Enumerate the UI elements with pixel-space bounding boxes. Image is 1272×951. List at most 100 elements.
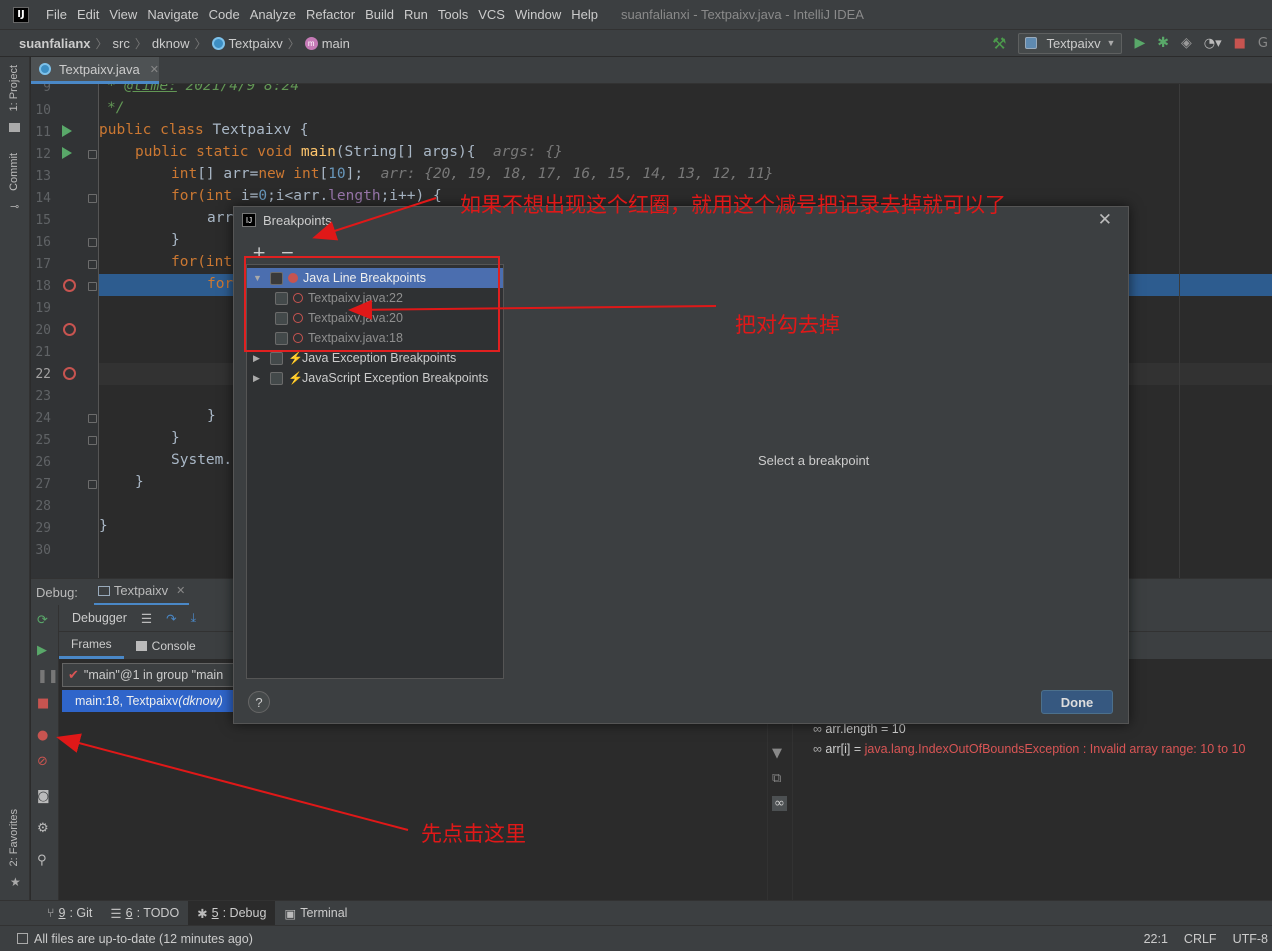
- breadcrumb-separator-icon: 〉: [95, 36, 108, 51]
- breakpoint-icon[interactable]: [63, 323, 76, 336]
- tool-tab-todo[interactable]: ☰ 6: TODO: [101, 901, 188, 926]
- variable-row[interactable]: ∞ arr.length = 10: [813, 722, 906, 736]
- menu-run[interactable]: Run: [399, 7, 433, 22]
- help-button[interactable]: ?: [248, 691, 270, 713]
- file-encoding[interactable]: UTF-8: [1233, 932, 1268, 946]
- pin-icon[interactable]: ⚲: [37, 853, 47, 868]
- run-configuration-select[interactable]: Textpaixv ▼: [1018, 32, 1123, 54]
- tree-group-js-exception[interactable]: ▶ ⚡ JavaScript Exception Breakpoints: [247, 368, 503, 388]
- menu-file[interactable]: File: [41, 7, 72, 22]
- line-number: 28: [35, 499, 51, 514]
- breadcrumb-class[interactable]: Textpaixv: [211, 36, 283, 51]
- fold-icon[interactable]: [88, 436, 97, 445]
- line-number: 26: [35, 455, 51, 470]
- menu-lines-icon[interactable]: ☰: [141, 611, 152, 626]
- line-number: 17: [35, 257, 51, 272]
- menu-window[interactable]: Window: [510, 7, 566, 22]
- tab-console[interactable]: Console: [124, 632, 208, 659]
- close-icon[interactable]: ✕: [176, 584, 185, 597]
- coverage-icon[interactable]: ◈: [1181, 35, 1192, 51]
- line-number: 25: [35, 433, 51, 448]
- build-hammer-icon[interactable]: ⚒: [992, 34, 1006, 53]
- tool-tab-git[interactable]: ⑂ 9: Git: [38, 901, 101, 926]
- step-over-icon[interactable]: ↷: [166, 611, 176, 626]
- favorites-tool-tab[interactable]: 2: Favorites: [8, 809, 20, 866]
- camera-icon[interactable]: ◙: [37, 789, 50, 804]
- menu-analyze[interactable]: Analyze: [245, 7, 301, 22]
- rerun-icon[interactable]: ⟳: [37, 613, 48, 628]
- resume-icon[interactable]: ▶: [37, 643, 47, 658]
- breadcrumb-method[interactable]: m main: [304, 36, 350, 51]
- line-separator[interactable]: CRLF: [1184, 932, 1217, 946]
- tool-tab-debug[interactable]: ✱ 5: Debug: [188, 900, 276, 926]
- tab-textpaixv-java[interactable]: Textpaixv.java ✕: [31, 57, 159, 84]
- watch-glasses-icon[interactable]: ∞: [772, 796, 787, 811]
- thread-select[interactable]: ✔ "main"@1 in group "main: [62, 663, 252, 687]
- menu-code[interactable]: Code: [204, 7, 245, 22]
- group-checkbox[interactable]: [270, 351, 283, 365]
- project-tool-tab[interactable]: 1: Project: [8, 65, 20, 111]
- stop-icon[interactable]: ■: [1234, 36, 1246, 51]
- menu-edit[interactable]: Edit: [72, 7, 104, 22]
- status-message: All files are up-to-date (12 minutes ago…: [34, 931, 253, 946]
- breadcrumb-src[interactable]: src: [113, 36, 130, 51]
- menu-build[interactable]: Build: [360, 7, 399, 22]
- menu-vcs[interactable]: VCS: [473, 7, 510, 22]
- pause-icon[interactable]: ❚❚: [37, 669, 59, 684]
- debug-bug-icon[interactable]: ✱: [1157, 35, 1169, 51]
- commit-tool-tab[interactable]: Commit: [8, 153, 20, 191]
- fold-icon[interactable]: [88, 194, 97, 203]
- fold-icon[interactable]: [88, 238, 97, 247]
- editor-gutter[interactable]: 9 10 11 12 13 14 15 16 17 18 19 20 21 22…: [31, 84, 99, 578]
- close-icon[interactable]: ✕: [150, 63, 159, 76]
- fold-icon[interactable]: [88, 480, 97, 489]
- triangle-right-icon[interactable]: ▶: [253, 353, 263, 364]
- view-breakpoints-icon[interactable]: ●: [37, 728, 48, 743]
- menu-tools[interactable]: Tools: [433, 7, 473, 22]
- breadcrumb-project[interactable]: suanfalianx: [19, 36, 91, 51]
- run-gutter-icon[interactable]: [62, 125, 72, 137]
- annotation-text-bottom: 先点击这里: [421, 822, 526, 846]
- caret-position[interactable]: 22:1: [1144, 932, 1168, 946]
- menu-navigate[interactable]: Navigate: [142, 7, 203, 22]
- code-line-12: public static void main(String[] args){ …: [135, 144, 563, 160]
- breadcrumb-separator-icon: 〉: [287, 36, 300, 51]
- debug-session-tab[interactable]: Textpaixv ✕: [93, 579, 190, 606]
- line-number: 20: [35, 323, 51, 338]
- menu-refactor[interactable]: Refactor: [301, 7, 360, 22]
- arrow-down-icon[interactable]: ▼: [772, 746, 782, 761]
- fold-icon[interactable]: [88, 150, 97, 159]
- tab-frames[interactable]: Frames: [59, 632, 124, 659]
- variable-row[interactable]: ∞ arr[i] = java.lang.IndexOutOfBoundsExc…: [813, 742, 1245, 756]
- fold-icon[interactable]: [88, 282, 97, 291]
- window-toggle-icon[interactable]: [17, 933, 28, 944]
- line-number: 18: [35, 279, 51, 294]
- mute-breakpoints-icon[interactable]: ⊘: [37, 754, 48, 769]
- group-checkbox[interactable]: [270, 371, 283, 385]
- tab-frames-label: Frames: [71, 637, 112, 651]
- copy-icon[interactable]: ⧉: [772, 771, 781, 786]
- run-gutter-icon[interactable]: [62, 147, 72, 159]
- menu-view[interactable]: View: [104, 7, 142, 22]
- code-line-18: for: [207, 276, 234, 292]
- close-icon[interactable]: ✕: [1098, 210, 1112, 230]
- breakpoint-icon[interactable]: [63, 367, 76, 380]
- profile-icon[interactable]: ◔▾: [1204, 36, 1222, 51]
- tool-tab-terminal[interactable]: ▣ Terminal: [275, 901, 356, 926]
- stop-icon[interactable]: ■: [37, 696, 49, 711]
- done-button[interactable]: Done: [1041, 690, 1113, 714]
- tab-debugger[interactable]: Debugger: [72, 611, 127, 625]
- menu-help[interactable]: Help: [566, 7, 603, 22]
- gear-icon[interactable]: ⚙: [37, 821, 49, 836]
- breakpoint-icon[interactable]: [63, 279, 76, 292]
- list-icon: ☰: [110, 906, 122, 921]
- frame-row-selected[interactable]: main:18, Textpaixv (dknow): [62, 690, 262, 712]
- frame-package: (dknow): [178, 694, 223, 708]
- lightning-icon: ⚡: [288, 371, 303, 385]
- run-icon[interactable]: ▶: [1134, 35, 1145, 51]
- fold-icon[interactable]: [88, 414, 97, 423]
- fold-icon[interactable]: [88, 260, 97, 269]
- triangle-right-icon[interactable]: ▶: [253, 373, 263, 384]
- breadcrumb-package[interactable]: dknow: [152, 36, 190, 51]
- step-into-icon[interactable]: ⤓: [191, 611, 197, 626]
